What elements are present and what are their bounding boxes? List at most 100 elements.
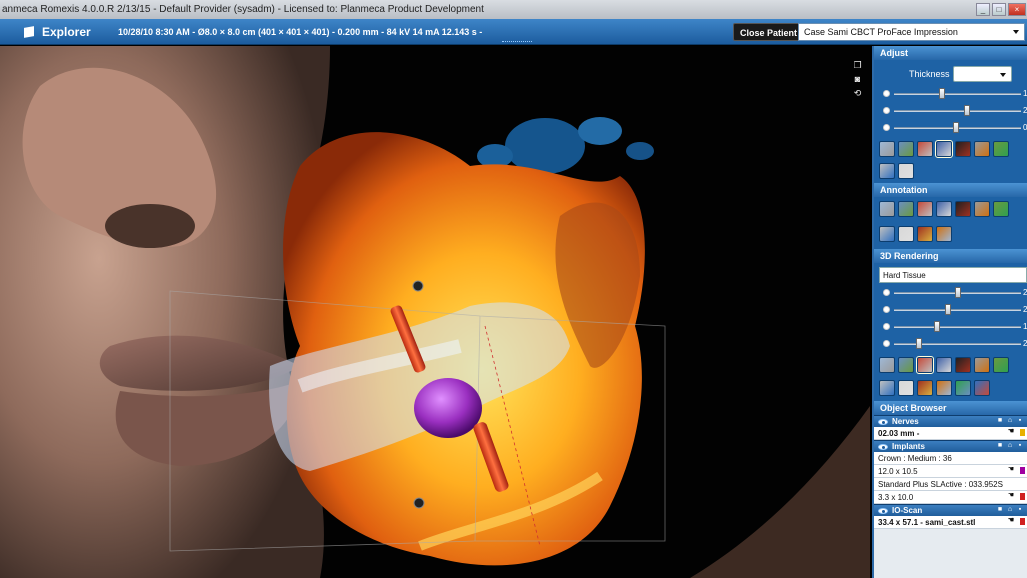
skull-outline-icon[interactable] xyxy=(974,379,990,396)
thickness-select[interactable] xyxy=(953,66,1012,82)
object-group-label: IO-Scan xyxy=(892,506,923,515)
angle-annotation-icon[interactable] xyxy=(898,201,914,217)
detach-icon[interactable]: ❐ xyxy=(852,60,863,70)
eraser-annotation-icon[interactable] xyxy=(936,225,952,242)
scan-info: 10/28/10 8:30 AM - Ø8.0 × 8.0 cm (401 × … xyxy=(118,27,483,37)
render-preset-value: Hard Tissue xyxy=(883,271,926,280)
slider-knob[interactable] xyxy=(915,338,922,349)
clip-plane-icon[interactable] xyxy=(916,356,934,374)
slider-track[interactable] xyxy=(894,326,1021,328)
freehand-annotation-icon[interactable] xyxy=(974,201,990,217)
slice-tool-icon[interactable] xyxy=(935,140,953,158)
slider-track[interactable] xyxy=(894,110,1021,112)
minimize-button[interactable]: _ xyxy=(976,3,990,16)
camera-tool-icon[interactable] xyxy=(898,162,914,179)
case-select[interactable]: Case Sami CBCT ProFace Impression xyxy=(798,23,1025,41)
annotation-header[interactable]: Annotation xyxy=(874,183,1027,197)
visibility-icon[interactable]: ☚ xyxy=(1007,466,1015,474)
visibility-icon[interactable]: ☚ xyxy=(1007,517,1015,525)
trash-icon[interactable]: ⌂ xyxy=(1006,417,1014,425)
view-tool-icon[interactable] xyxy=(974,141,990,157)
slider-knob[interactable] xyxy=(954,287,961,298)
hand-tool-icon[interactable] xyxy=(993,141,1009,157)
object-row[interactable]: 02.03 mm - ☚ xyxy=(874,427,1027,440)
object-row-label: Standard Plus SLActive : 033.952S xyxy=(878,480,1003,489)
line-annotation-icon[interactable] xyxy=(879,201,895,217)
object-group-nerves[interactable]: Nerves ▪ ⌂ ■ xyxy=(874,415,1027,427)
render-preset-select[interactable]: Hard Tissue xyxy=(879,267,1027,283)
adjust-header[interactable]: Adjust xyxy=(874,46,1027,60)
polyline-annotation-icon[interactable] xyxy=(917,201,933,217)
color-swatch[interactable] xyxy=(1020,518,1025,525)
window-level-icon[interactable] xyxy=(955,141,971,157)
skull-gold-icon[interactable] xyxy=(898,379,914,396)
lock-icon[interactable]: ▪ xyxy=(1016,506,1024,514)
grid-icon[interactable] xyxy=(936,379,952,396)
eye-icon[interactable] xyxy=(878,508,888,514)
slider-knob[interactable] xyxy=(944,304,951,315)
object-row[interactable]: 3.3 x 10.0 ☚ xyxy=(874,491,1027,504)
visibility-icon[interactable]: ☚ xyxy=(1007,492,1015,500)
trash-icon[interactable]: ⌂ xyxy=(1006,506,1014,514)
green-box-icon[interactable] xyxy=(955,357,971,373)
pan-tool-icon[interactable] xyxy=(879,162,895,179)
slider-value: 2 xyxy=(1023,106,1027,115)
color-swatch[interactable] xyxy=(1020,429,1025,436)
visibility-icon[interactable]: ☚ xyxy=(1007,428,1015,436)
viewport-tools: ❐ ◙ ⟲ xyxy=(852,60,863,98)
measure-tool-icon[interactable] xyxy=(917,141,933,157)
close-patient-button[interactable]: Close Patient xyxy=(733,23,805,41)
restore-button[interactable]: □ xyxy=(992,3,1006,16)
skull-white-icon[interactable] xyxy=(917,379,933,396)
3d-viewport[interactable]: ❐ ◙ ⟲ xyxy=(0,46,870,578)
object-group-io-scan[interactable]: IO-Scan ▪ ⌂ ■ xyxy=(874,504,1027,516)
right-panel: Adjust Thickness 1 2 0 Annotation 3D Rende… xyxy=(872,46,1027,578)
light-icon[interactable] xyxy=(898,357,914,373)
text-annotation-icon[interactable] xyxy=(936,201,952,217)
arrow-annotation-icon[interactable] xyxy=(955,201,971,217)
color-icon[interactable]: ■ xyxy=(996,417,1004,425)
opacity-icon xyxy=(883,323,890,330)
area-annotation-icon[interactable] xyxy=(898,225,914,242)
slider-knob[interactable] xyxy=(938,88,945,99)
slider-knob[interactable] xyxy=(933,321,940,332)
zoom-tool-icon[interactable] xyxy=(879,141,895,157)
slider-track[interactable] xyxy=(894,309,1021,311)
close-window-button[interactable]: × xyxy=(1008,3,1026,16)
cube-icon[interactable] xyxy=(993,357,1009,373)
object-group-implants[interactable]: Implants ▪ ⌂ ■ xyxy=(874,440,1027,452)
pen-annotation-icon[interactable] xyxy=(917,225,933,242)
color-icon[interactable]: ■ xyxy=(996,442,1004,450)
slider-knob[interactable] xyxy=(964,105,971,116)
slider-track[interactable] xyxy=(894,343,1021,345)
rotate-tool-icon[interactable] xyxy=(898,141,914,157)
object-row[interactable]: Crown : Medium : 36 xyxy=(874,452,1027,465)
object-row[interactable]: 33.4 x 57.1 - sami_cast.stl ☚ xyxy=(874,516,1027,529)
point-annotation-icon[interactable] xyxy=(879,225,895,242)
explorer-module-label[interactable]: Explorer xyxy=(24,19,91,45)
slider-track[interactable] xyxy=(894,93,1021,95)
reset-view-icon[interactable]: ⟲ xyxy=(852,88,863,98)
toolbar-drag-handle[interactable] xyxy=(502,41,532,44)
eye-icon[interactable] xyxy=(878,419,888,425)
object-row[interactable]: 12.0 x 10.5 ☚ xyxy=(874,465,1027,478)
brush-icon[interactable] xyxy=(955,379,971,396)
render-mode-icon[interactable] xyxy=(879,357,895,373)
crop-box-icon[interactable] xyxy=(879,379,895,396)
slider-knob[interactable] xyxy=(953,122,960,133)
color-icon[interactable]: ■ xyxy=(996,506,1004,514)
snapshot-icon[interactable]: ◙ xyxy=(852,74,863,84)
blue-plane-icon[interactable] xyxy=(974,357,990,373)
ruler-annotation-icon[interactable] xyxy=(993,201,1009,217)
slider-row: 0 xyxy=(874,120,1027,137)
object-browser-header[interactable]: Object Browser xyxy=(874,401,1027,415)
rendering-header[interactable]: 3D Rendering xyxy=(874,249,1027,263)
color-swatch[interactable] xyxy=(1020,467,1025,474)
lock-icon[interactable]: ▪ xyxy=(1016,442,1024,450)
color-swatch[interactable] xyxy=(1020,493,1025,500)
object-row[interactable]: Standard Plus SLActive : 033.952S xyxy=(874,478,1027,491)
trash-icon[interactable]: ⌂ xyxy=(1006,442,1014,450)
eye-icon[interactable] xyxy=(878,444,888,450)
red-box-icon[interactable] xyxy=(936,357,952,373)
lock-icon[interactable]: ▪ xyxy=(1016,417,1024,425)
